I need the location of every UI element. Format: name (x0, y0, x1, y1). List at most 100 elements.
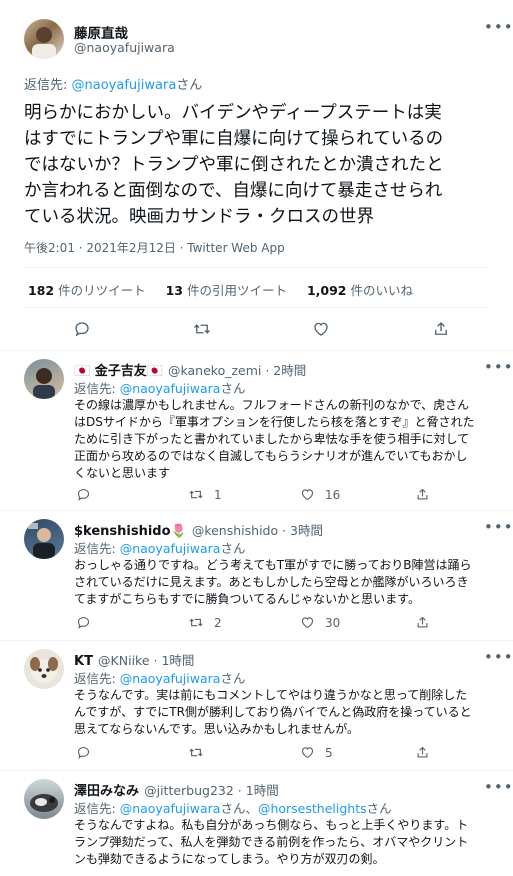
avatar-photo-icon (32, 27, 56, 59)
reply-author-handle[interactable]: @jitterbug232 · 1時間 (144, 783, 279, 798)
retweet-icon (189, 490, 203, 499)
reply-header: $kenshishido🌷 @kenshishido · 3時間 (74, 520, 323, 539)
main-author-name[interactable]: 藤原直哉 (74, 22, 128, 42)
retweet-count: 2 (214, 615, 222, 630)
reply-prefix: 返信先: (74, 671, 120, 686)
like-count: 16 (325, 487, 341, 502)
reply-button[interactable] (76, 745, 91, 760)
reply-author-name[interactable]: $kenshishido🌷 (74, 524, 187, 539)
reply-to-link[interactable]: @naoyafujiwara (72, 78, 177, 93)
reply-suffix: さん (220, 671, 246, 686)
reply-avatar[interactable] (24, 779, 64, 819)
reply-text: そうなんです。実は前にもコメントしてやはり違うかなと思って削除した んですが、す… (74, 687, 472, 738)
reply-button[interactable] (76, 487, 91, 502)
share-icon[interactable] (432, 320, 450, 338)
like-button[interactable]: 30 (300, 615, 340, 630)
reply-author-name[interactable]: 澤田みなみ (74, 784, 139, 799)
reply-prefix: 返信先: (74, 381, 120, 396)
retweet-button[interactable] (188, 745, 214, 760)
text-line: 思えてならないんです。思い込みかもしれませんが。 (74, 722, 360, 736)
divider (24, 307, 489, 308)
divider (24, 267, 489, 268)
quotes-label: 件の引用ツイート (186, 283, 287, 298)
like-button[interactable]: 16 (300, 487, 340, 502)
text-line: ランプ弾劾だって、私人を弾劾できる前例を作ったら、オバマやクリント (74, 835, 469, 849)
reply-to-link[interactable]: @naoyafujiwara (120, 671, 221, 686)
reply-icon[interactable] (73, 320, 91, 338)
reply-text: そうなんですよね。私も自分があっち側なら、もっと上手くやります。ト ランプ弾劾だ… (74, 817, 468, 868)
reply-suffix: さん (366, 801, 392, 816)
more-icon[interactable]: ••• (484, 18, 513, 36)
reply-author-name[interactable]: KT (74, 654, 93, 669)
share-button[interactable] (415, 745, 430, 760)
retweets-stat[interactable]: 182 件のリツイート (28, 283, 150, 298)
text-line: そうなんです。実は前にもコメントしてやはり違うかなと思って削除した (74, 688, 468, 702)
text-line: んですが、すでにTR側が勝利しており偽バイでんと偽政府を操っていると (74, 705, 472, 719)
reply-button[interactable] (76, 615, 91, 630)
reply-to-line: 返信先: @naoyafujiwaraさん (74, 668, 245, 687)
likes-count: 1,092 (306, 283, 347, 298)
reply-author-name[interactable]: 🇯🇵 金子吉友🇯🇵 (74, 364, 163, 379)
more-icon[interactable]: ••• (484, 648, 513, 666)
reply-avatar[interactable] (24, 519, 64, 559)
avatar-photo-icon (30, 794, 58, 812)
retweets-count: 182 (28, 283, 55, 298)
heart-icon (301, 489, 314, 501)
more-icon[interactable]: ••• (484, 358, 513, 376)
text-line: 正面から攻めるのではなく自滅してもらうシナリオが進んでいてもおかし (74, 449, 468, 463)
retweet-button[interactable]: 2 (188, 615, 222, 630)
reply-suffix: さん (220, 541, 246, 556)
avatar-photo-icon (30, 657, 58, 683)
text-line: されているだけに見えます。あともしかしたら空母とか艦隊がいろいろき (74, 575, 469, 589)
retweet-icon[interactable] (192, 320, 212, 338)
reply-to-link[interactable]: @naoyafujiwara (120, 541, 221, 556)
text-line: くないと思います (74, 466, 171, 480)
avatar-photo-icon (33, 368, 55, 399)
share-icon (417, 616, 428, 628)
retweet-count: 1 (214, 487, 222, 502)
reply-author-handle[interactable]: @KNiike · 1時間 (98, 653, 194, 668)
reply-suffix: さん (176, 78, 203, 93)
reply-header: 🇯🇵 金子吉友🇯🇵 @kaneko_zemi · 2時間 (74, 360, 306, 379)
reply-to-link[interactable]: @naoyafujiwara (120, 801, 221, 816)
reply-icon (77, 746, 90, 759)
avatar-photo-icon (28, 523, 55, 559)
likes-stat[interactable]: 1,092 件のいいね (307, 283, 413, 298)
text-line: はすでにトランプや軍に自爆に向けて操られているの (24, 129, 444, 149)
retweet-icon (189, 618, 203, 627)
text-line: ている状況。映画カサンドラ・クロスの世界 (24, 207, 374, 227)
like-count: 30 (325, 615, 341, 630)
main-author-handle[interactable]: @naoyafujiwara (74, 40, 175, 55)
share-button[interactable] (415, 615, 430, 630)
text-line: その線は濃厚かもしれません。フルフォードさんの新刊のなかで、虎さん (74, 398, 470, 412)
main-reply-to: 返信先: @naoyafujiwaraさん (24, 74, 202, 93)
share-icon (417, 488, 428, 500)
reply-avatar[interactable] (24, 359, 64, 399)
retweet-button[interactable]: 1 (188, 487, 222, 502)
reply-to-link[interactable]: @horsesthelights (258, 801, 367, 816)
text-line: おっしゃる通りですね。どう考えてもT軍がすでに勝っておりB陣営は踊ら (74, 558, 472, 572)
divider (0, 770, 513, 771)
reply-to-link[interactable]: @naoyafujiwara (120, 381, 221, 396)
reply-author-handle[interactable]: @kenshishido · 3時間 (192, 523, 323, 538)
reply-author-handle[interactable]: @kaneko_zemi · 2時間 (168, 363, 306, 378)
reply-to-line: 返信先: @naoyafujiwaraさん、@horsesthelightsさん (74, 798, 392, 817)
quotes-count: 13 (165, 283, 183, 298)
main-stats: 182 件のリツイート 13 件の引用ツイート 1,092 件のいいね (28, 280, 413, 299)
main-timestamp[interactable]: 午後2:01 · 2021年2月12日 · Twitter Web App (24, 239, 285, 256)
more-icon[interactable]: ••• (484, 778, 513, 796)
more-icon[interactable]: ••• (484, 518, 513, 536)
text-line: ではないか？トランプや軍に倒されたとか潰されたと (24, 155, 444, 175)
like-button[interactable]: 5 (300, 745, 333, 760)
heart-icon[interactable] (312, 320, 330, 338)
reply-icon (77, 616, 90, 629)
reply-separator: さん、 (220, 801, 258, 816)
main-avatar[interactable] (24, 19, 64, 59)
reply-avatar[interactable] (24, 649, 64, 689)
share-button[interactable] (415, 487, 430, 502)
reply-text: おっしゃる通りですね。どう考えてもT軍がすでに勝っておりB陣営は踊ら されている… (74, 557, 472, 608)
divider (0, 640, 513, 641)
text-line: か言われると面倒なので、自爆に向けて暴走させられ (24, 181, 443, 201)
quotes-stat[interactable]: 13 件の引用ツイート (166, 283, 291, 298)
tweet-thread: 藤原直哉 @naoyafujiwara ••• 返信先: @naoyafujiw… (0, 0, 513, 876)
